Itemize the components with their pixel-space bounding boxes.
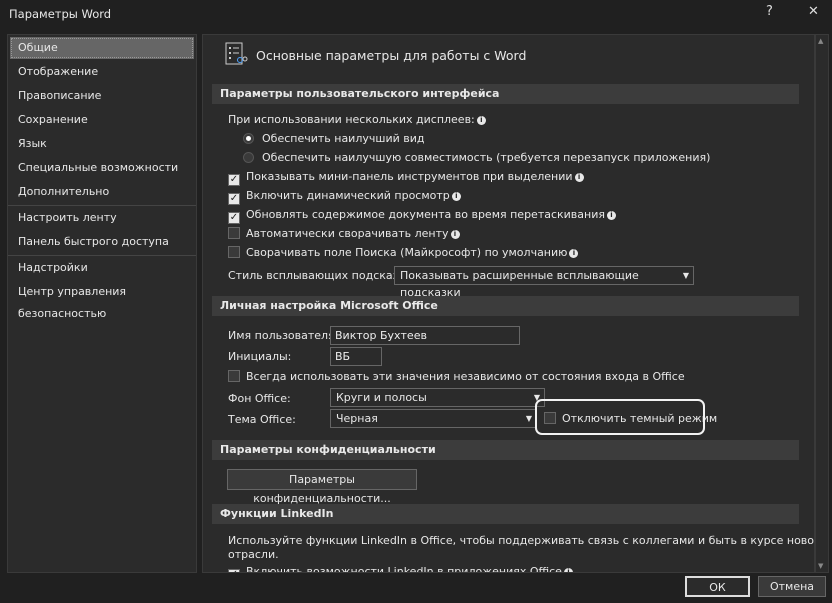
multi-display-label: При использовании нескольких дисплеев: i <box>228 112 486 128</box>
sidebar-item-language[interactable]: Язык <box>10 133 194 155</box>
tooltip-style-label: Стиль всплывающих подсказок: <box>228 269 416 282</box>
checkbox-collapse-ribbon[interactable]: Автоматически сворачивать ленту i <box>228 226 460 242</box>
checkbox-label: Включить возможности LinkedIn в приложен… <box>246 565 562 573</box>
tooltip-style-select[interactable]: Показывать расширенные всплывающие подск… <box>394 266 694 299</box>
select-value: Круги и полосы <box>336 391 427 404</box>
radio-button[interactable] <box>243 133 254 144</box>
section-linkedin: Функции LinkedIn <box>212 504 799 524</box>
multi-display-text: При использовании нескольких дисплеев: <box>228 113 475 126</box>
username-input[interactable]: Виктор Бухтеев <box>330 326 520 345</box>
radio-label: Обеспечить наилучшую совместимость (треб… <box>262 151 711 164</box>
info-icon: i <box>607 211 616 220</box>
checkbox-live-preview[interactable]: ✓ Включить динамический просмотр i <box>228 188 461 205</box>
chevron-down-icon: ▼ <box>525 414 532 423</box>
info-icon: i <box>569 249 579 258</box>
sidebar-item-trust-center[interactable]: Центр управления безопасностью <box>10 281 194 320</box>
checkbox-label: Показывать мини-панель инструментов при … <box>246 170 573 183</box>
checkbox-label: Сворачивать поле Поиска (Майкрософт) по … <box>246 246 568 259</box>
sidebar-item-advanced[interactable]: Дополнительно <box>10 181 194 203</box>
content-panel: Основные параметры для работы с Word Пар… <box>202 34 815 573</box>
section-personal: Личная настройка Microsoft Office <box>212 296 799 316</box>
checkbox-always-use[interactable]: Всегда использовать эти значения независ… <box>228 369 685 385</box>
checkbox-collapse-search[interactable]: Сворачивать поле Поиска (Майкрософт) по … <box>228 245 579 261</box>
scroll-down-icon[interactable]: ▼ <box>818 562 823 570</box>
info-icon: i <box>574 173 584 182</box>
page-heading: Основные параметры для работы с Word <box>256 48 527 63</box>
window-title: Параметры Word <box>9 7 112 21</box>
checkbox-minibar[interactable]: ✓ Показывать мини-панель инструментов при… <box>228 169 584 186</box>
sidebar-item-display[interactable]: Отображение <box>10 61 194 83</box>
checkbox[interactable]: ✓ <box>228 174 240 186</box>
select-value: Показывать расширенные всплывающие подск… <box>400 269 639 299</box>
radio-button[interactable] <box>243 152 254 163</box>
theme-label: Тема Office: <box>228 413 296 426</box>
initials-input[interactable]: ВБ <box>330 347 382 366</box>
checkbox-label: Включить динамический просмотр <box>246 189 450 202</box>
help-button[interactable]: ? <box>766 4 773 19</box>
linkedin-description-cont: отрасли. <box>228 548 279 561</box>
section-privacy: Параметры конфиденциальности <box>212 440 799 460</box>
checkbox[interactable]: ✓ <box>228 212 240 224</box>
sidebar-divider <box>8 255 196 256</box>
checkbox-linkedin[interactable]: ✓ Включить возможности LinkedIn в приложе… <box>228 564 573 573</box>
sidebar-divider <box>8 205 196 206</box>
linkedin-description: Используйте функции LinkedIn в Office, ч… <box>228 534 815 547</box>
select-value: Черная <box>336 412 378 425</box>
scrollbar[interactable]: ▲ ▼ <box>815 34 829 573</box>
checkbox-label: Автоматически сворачивать ленту <box>246 227 449 240</box>
checkbox[interactable]: ✓ <box>228 569 240 572</box>
sidebar-item-quick-access[interactable]: Панель быстрого доступа <box>10 231 194 253</box>
chevron-down-icon: ▼ <box>682 271 689 280</box>
radio-compat[interactable]: Обеспечить наилучшую совместимость (треб… <box>243 150 710 166</box>
info-icon: i <box>476 116 486 125</box>
scroll-up-icon[interactable]: ▲ <box>818 37 823 45</box>
info-icon: i <box>450 230 460 239</box>
cancel-button[interactable]: Отмена <box>758 576 826 597</box>
sidebar-item-general[interactable]: Общие <box>10 37 194 59</box>
sidebar-item-save[interactable]: Сохранение <box>10 109 194 131</box>
checkbox-update-drag[interactable]: ✓ Обновлять содержимое документа во время… <box>228 207 616 224</box>
radio-best-view[interactable]: Обеспечить наилучший вид <box>243 131 424 147</box>
background-label: Фон Office: <box>228 392 291 405</box>
background-select[interactable]: Круги и полосы ▼ <box>330 388 545 407</box>
highlight-annotation <box>535 399 705 435</box>
theme-select[interactable]: Черная ▼ <box>330 409 537 428</box>
close-button[interactable]: ✕ <box>808 4 819 19</box>
checkbox[interactable] <box>228 370 240 382</box>
checkbox-label: Всегда использовать эти значения независ… <box>246 370 685 383</box>
sidebar: Общие Отображение Правописание Сохранени… <box>7 34 197 573</box>
checkbox[interactable]: ✓ <box>228 193 240 205</box>
sidebar-item-proofing[interactable]: Правописание <box>10 85 194 107</box>
privacy-settings-button[interactable]: Параметры конфиденциальности... <box>227 469 417 505</box>
general-settings-icon <box>225 42 248 65</box>
section-ui: Параметры пользовательского интерфейса <box>212 84 799 104</box>
info-icon: i <box>563 568 573 572</box>
sidebar-item-accessibility[interactable]: Специальные возможности <box>10 157 194 179</box>
checkbox[interactable] <box>228 246 240 258</box>
initials-label: Инициалы: <box>228 350 292 363</box>
username-label: Имя пользователя: <box>228 329 339 342</box>
sidebar-item-customize-ribbon[interactable]: Настроить ленту <box>10 207 194 229</box>
ok-button[interactable]: ОК <box>685 576 750 597</box>
radio-label: Обеспечить наилучший вид <box>262 132 425 145</box>
checkbox-label: Обновлять содержимое документа во время … <box>246 208 605 221</box>
checkbox[interactable] <box>228 227 240 239</box>
sidebar-item-addins[interactable]: Надстройки <box>10 257 194 279</box>
info-icon: i <box>451 192 461 201</box>
